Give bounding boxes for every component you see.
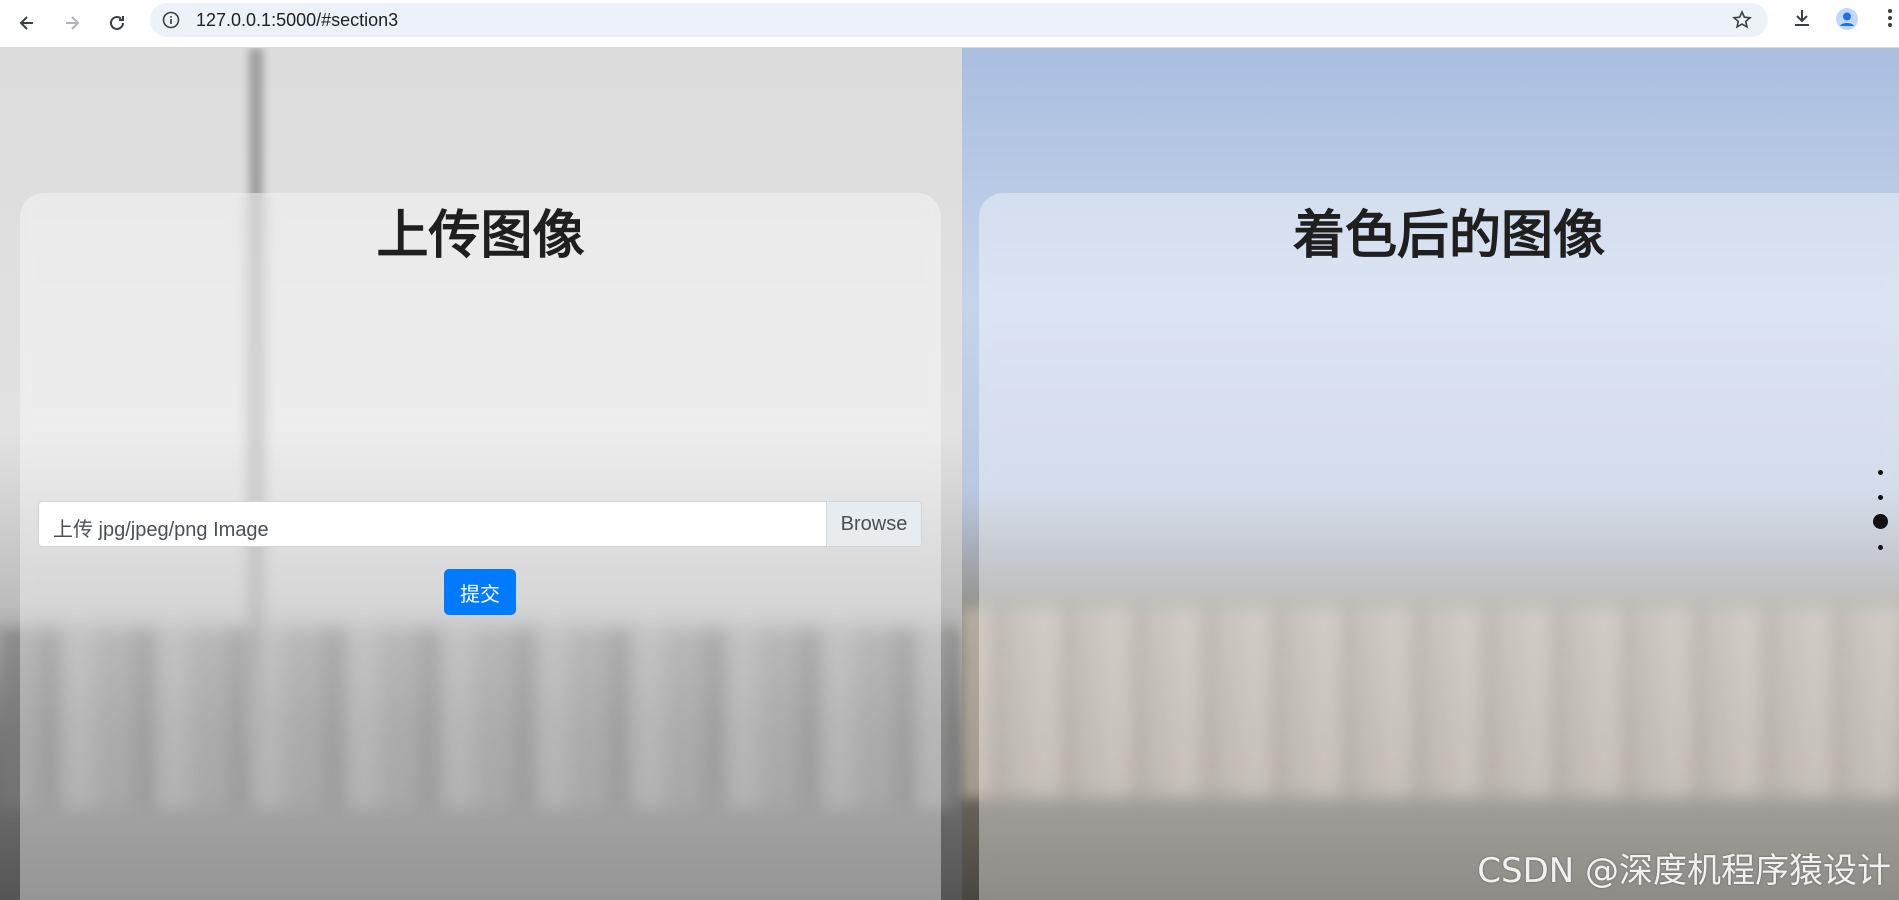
profile-icon[interactable] (1835, 7, 1859, 36)
star-icon[interactable] (1732, 10, 1752, 35)
page-content: 上传图像 上传 jpg/jpeg/png Image Browse 提交 着色后… (0, 48, 1899, 900)
reload-button[interactable] (102, 8, 132, 38)
section-dot-4[interactable] (1878, 545, 1883, 550)
info-icon[interactable] (162, 11, 180, 34)
section-dot-3-active[interactable] (1873, 514, 1888, 529)
file-input-label: 上传 jpg/jpeg/png Image (53, 519, 269, 541)
upload-title: 上传图像 (376, 206, 585, 266)
back-arrow-icon (19, 16, 33, 30)
upload-panel: 上传图像 上传 jpg/jpeg/png Image Browse 提交 (20, 193, 941, 900)
download-icon[interactable] (1791, 7, 1813, 34)
file-input[interactable]: 上传 jpg/jpeg/png Image Browse (38, 501, 922, 547)
reload-icon (110, 15, 124, 30)
back-button[interactable] (12, 8, 42, 38)
url-text[interactable]: 127.0.0.1:5000/#section3 (196, 10, 398, 31)
more-vert-icon[interactable] (1886, 7, 1894, 34)
section-dot-2[interactable] (1878, 495, 1883, 500)
watermark: CSDN @深度机程序猿设计 (1477, 851, 1891, 891)
address-bar[interactable]: 127.0.0.1:5000/#section3 (150, 3, 1768, 37)
forward-arrow-icon (66, 16, 80, 30)
colorized-panel: 着色后的图像 (979, 193, 1899, 900)
colorized-title: 着色后的图像 (1292, 206, 1605, 266)
forward-button[interactable] (57, 8, 87, 38)
submit-button[interactable]: 提交 (444, 569, 516, 615)
browse-button[interactable]: Browse (826, 502, 921, 546)
section-dot-1[interactable] (1878, 470, 1883, 475)
browser-toolbar: 127.0.0.1:5000/#section3 (0, 0, 1899, 48)
